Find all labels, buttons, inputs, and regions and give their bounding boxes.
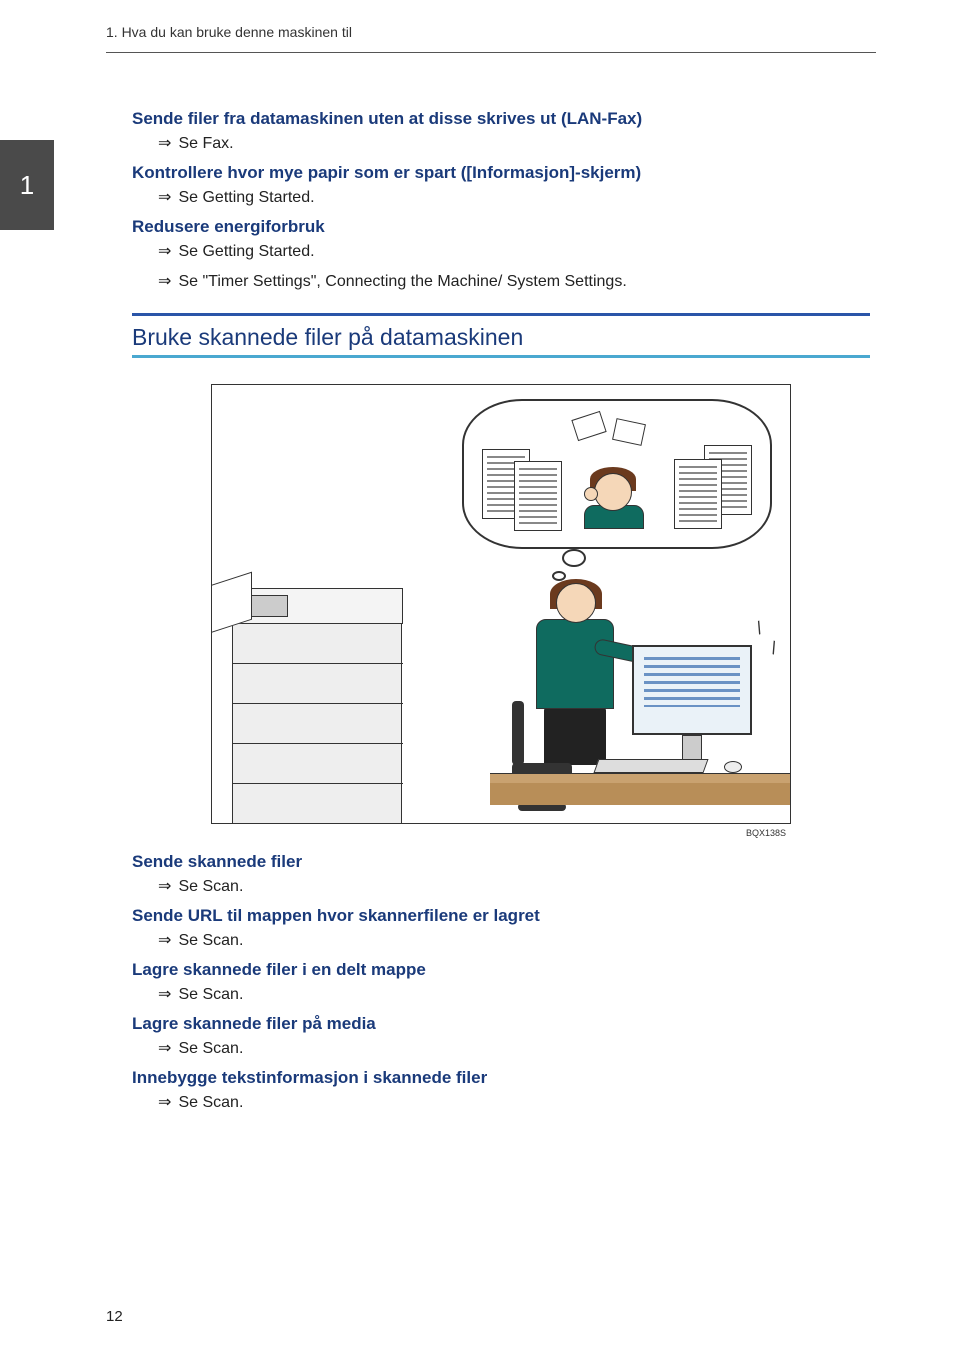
- reference-text: Se Scan.: [178, 1094, 243, 1111]
- reference-line: ⇒ Se Scan.: [158, 1038, 870, 1058]
- printer-icon: [232, 543, 432, 823]
- arrow-icon: ⇒: [158, 241, 174, 261]
- reference-text: Se Scan.: [178, 878, 243, 895]
- heading-rule-bottom: [132, 355, 870, 358]
- heading-rule-top: [132, 313, 870, 316]
- reference-text: Se "Timer Settings", Connecting the Mach…: [178, 273, 626, 290]
- reference-text: Se Scan.: [178, 1040, 243, 1057]
- mouse-icon: [724, 761, 742, 773]
- item-heading: Innebygge tekstinformasjon i skannede fi…: [132, 1068, 870, 1088]
- reference-line: ⇒ Se "Timer Settings", Connecting the Ma…: [158, 271, 870, 291]
- reference-text: Se Scan.: [178, 932, 243, 949]
- desk-icon: [490, 773, 790, 783]
- reference-line: ⇒ Se Getting Started.: [158, 187, 870, 207]
- reference-line: ⇒ Se Getting Started.: [158, 241, 870, 261]
- reference-line: ⇒ Se Fax.: [158, 133, 870, 153]
- reference-line: ⇒ Se Scan.: [158, 876, 870, 896]
- arrow-icon: ⇒: [158, 1092, 174, 1112]
- reference-text: Se Getting Started.: [178, 243, 314, 260]
- reference-text: Se Fax.: [178, 135, 233, 152]
- worried-person-icon: [582, 463, 646, 529]
- illustration: /\: [211, 384, 791, 824]
- arrow-icon: ⇒: [158, 133, 174, 153]
- reference-line: ⇒ Se Scan.: [158, 984, 870, 1004]
- reference-line: ⇒ Se Scan.: [158, 930, 870, 950]
- section-title: Bruke skannede filer på datamaskinen: [132, 318, 870, 355]
- figure-code: BQX138S: [132, 828, 786, 838]
- item-heading: Sende filer fra datamaskinen uten at dis…: [132, 109, 870, 129]
- thought-bubble: [462, 399, 772, 549]
- arrow-icon: ⇒: [158, 930, 174, 950]
- section-heading: Bruke skannede filer på datamaskinen: [132, 313, 870, 358]
- running-head: 1. Hva du kan bruke denne maskinen til: [0, 0, 960, 46]
- keyboard-icon: [593, 759, 708, 773]
- arrow-icon: ⇒: [158, 876, 174, 896]
- arrow-icon: ⇒: [158, 271, 174, 291]
- item-heading: Kontrollere hvor mye papir som er spart …: [132, 163, 870, 183]
- item-heading: Lagre skannede filer i en delt mappe: [132, 960, 870, 980]
- arrow-icon: ⇒: [158, 1038, 174, 1058]
- arrow-icon: ⇒: [158, 187, 174, 207]
- monitor-icon: [632, 645, 752, 735]
- reference-text: Se Getting Started.: [178, 189, 314, 206]
- arrow-icon: ⇒: [158, 984, 174, 1004]
- page-number: 12: [106, 1308, 123, 1325]
- item-heading: Lagre skannede filer på media: [132, 1014, 870, 1034]
- page-content: Sende filer fra datamaskinen uten at dis…: [0, 53, 960, 1112]
- chapter-tab: 1: [0, 140, 54, 230]
- item-heading: Redusere energiforbruk: [132, 217, 870, 237]
- reference-text: Se Scan.: [178, 986, 243, 1003]
- reference-line: ⇒ Se Scan.: [158, 1092, 870, 1112]
- item-heading: Sende skannede filer: [132, 852, 870, 872]
- item-heading: Sende URL til mappen hvor skannerfilene …: [132, 906, 870, 926]
